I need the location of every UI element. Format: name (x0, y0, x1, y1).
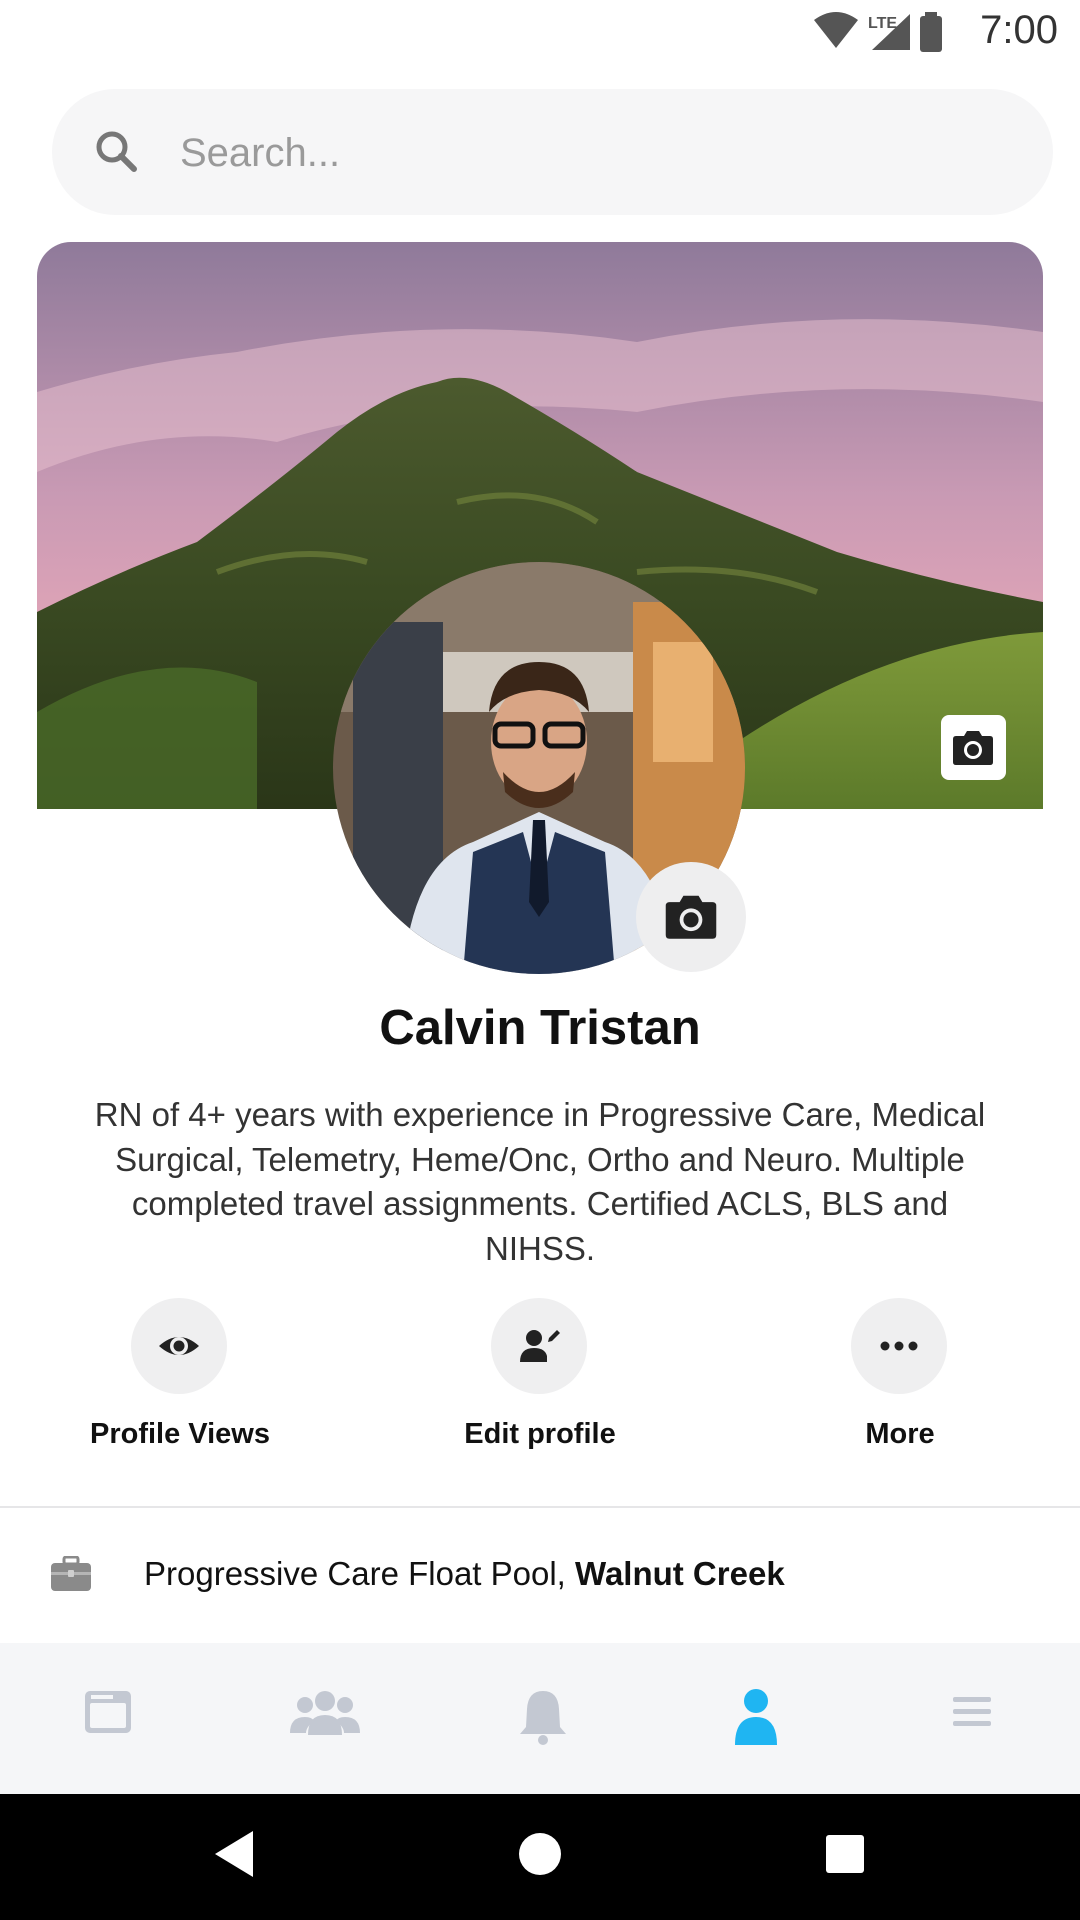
camera-icon (665, 895, 717, 939)
work-role: Progressive Care Float Pool, (144, 1555, 576, 1592)
search-input[interactable] (178, 117, 1002, 189)
profile-views-circle[interactable] (131, 1298, 227, 1394)
edit-cover-camera-button[interactable] (941, 715, 1006, 780)
profile-views-label: Profile Views (90, 1418, 270, 1450)
briefcase-icon (51, 1556, 91, 1591)
profile-name: Calvin Tristan (379, 1001, 701, 1055)
edit-avatar-camera-button[interactable] (636, 862, 746, 972)
bell-icon (520, 1691, 566, 1745)
system-nav-bar (0, 1794, 1080, 1920)
camera-icon (953, 731, 993, 765)
battery-icon (920, 16, 942, 52)
nav-notifications[interactable] (508, 1687, 578, 1757)
feed-icon (85, 1691, 131, 1733)
search-icon (96, 131, 137, 172)
groups-icon (290, 1691, 360, 1735)
edit-profile-circle[interactable] (491, 1298, 587, 1394)
work-info-row[interactable]: Progressive Care Float Pool, Walnut Cree… (0, 1508, 1080, 1643)
menu-icon (953, 1697, 991, 1726)
nav-feed[interactable] (73, 1687, 143, 1757)
edit-profile-button[interactable]: Edit profile (420, 1298, 660, 1458)
work-text: Progressive Care Float Pool, Walnut Cree… (144, 1555, 785, 1593)
more-button[interactable]: More (780, 1298, 1020, 1458)
more-label: More (865, 1418, 935, 1450)
nav-groups[interactable] (290, 1687, 360, 1757)
edit-person-icon (520, 1330, 560, 1362)
recents-icon[interactable] (823, 1829, 867, 1879)
status-bar: LTE 7:00 (0, 0, 1080, 66)
more-circle[interactable] (851, 1298, 947, 1394)
home-icon[interactable] (518, 1829, 562, 1879)
status-icons: LTE (814, 12, 942, 52)
status-time: 7:00 (980, 8, 1058, 52)
nav-profile[interactable] (721, 1687, 791, 1757)
back-icon[interactable] (213, 1829, 257, 1879)
search-bar[interactable] (52, 89, 1053, 215)
more-dots-icon (880, 1341, 918, 1351)
edit-profile-label: Edit profile (464, 1418, 616, 1450)
wifi-icon (814, 12, 858, 48)
lte-label: LTE (868, 15, 897, 32)
eye-icon (159, 1337, 199, 1355)
profile-views-button[interactable]: Profile Views (60, 1298, 300, 1458)
nav-menu[interactable] (937, 1687, 1007, 1757)
work-location: Walnut Creek (575, 1555, 785, 1592)
profile-icon (735, 1689, 777, 1745)
bottom-nav (0, 1643, 1080, 1794)
profile-bio: RN of 4+ years with experience in Progre… (94, 1096, 986, 1267)
